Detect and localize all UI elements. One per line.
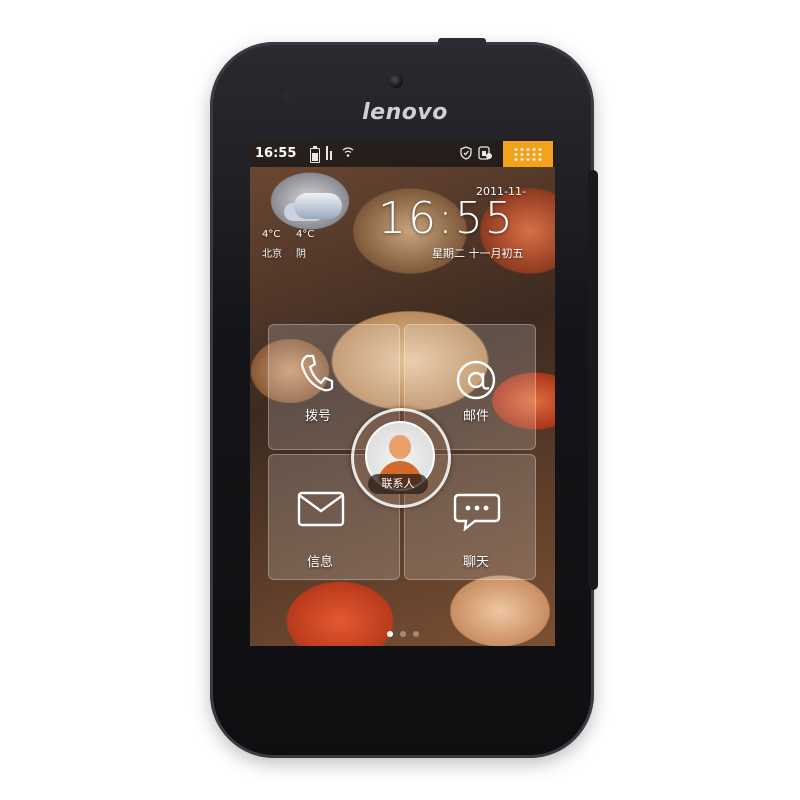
avatar-head (389, 435, 411, 459)
page-dot-2[interactable] (400, 631, 406, 637)
envelope-icon (297, 491, 345, 531)
weather-condition: 阴 (296, 249, 306, 260)
contacts-label: 联系人 (368, 474, 428, 494)
weather-temp-high: 4°C (296, 229, 315, 240)
page-dot-3[interactable] (413, 631, 419, 637)
power-button[interactable] (438, 38, 486, 46)
at-icon (455, 359, 497, 405)
dial-label: 拨号 (305, 409, 332, 424)
phone-icon (299, 353, 335, 397)
shield-icon (460, 146, 472, 163)
message-label: 信息 (307, 555, 334, 570)
signal-icon (326, 146, 336, 160)
proximity-sensor (282, 92, 290, 100)
chat-bubble-icon (453, 491, 501, 535)
weather-widget[interactable]: 4°C 4°C 北京 阴 (262, 191, 342, 263)
brand-logo: lenovo (362, 100, 448, 125)
page-dot-1[interactable] (387, 631, 393, 637)
weather-temp-low: 4°C (262, 229, 281, 240)
email-label: 邮件 (463, 409, 490, 424)
cloud-icon (294, 193, 342, 219)
sim-icon (478, 146, 492, 163)
wifi-icon (342, 146, 354, 161)
chat-label: 聊天 (463, 555, 490, 570)
clock-time[interactable]: 16:55 (378, 193, 515, 244)
home-screen: 16:55 4°C 4°C 北京 阴 2011-11- 16:55 星期二 十一… (250, 141, 555, 646)
clock-lunar-date: 星期二 十一月初五 (432, 247, 524, 260)
status-bar[interactable]: 16:55 (250, 141, 555, 167)
side-button-strip (588, 170, 598, 590)
status-time: 16:55 (255, 146, 297, 161)
notification-indicator[interactable] (503, 141, 553, 167)
weather-city: 北京 (262, 249, 282, 260)
page-indicator[interactable] (250, 628, 555, 640)
dots-icon (513, 147, 543, 161)
front-camera (389, 74, 403, 88)
battery-icon (310, 146, 320, 163)
